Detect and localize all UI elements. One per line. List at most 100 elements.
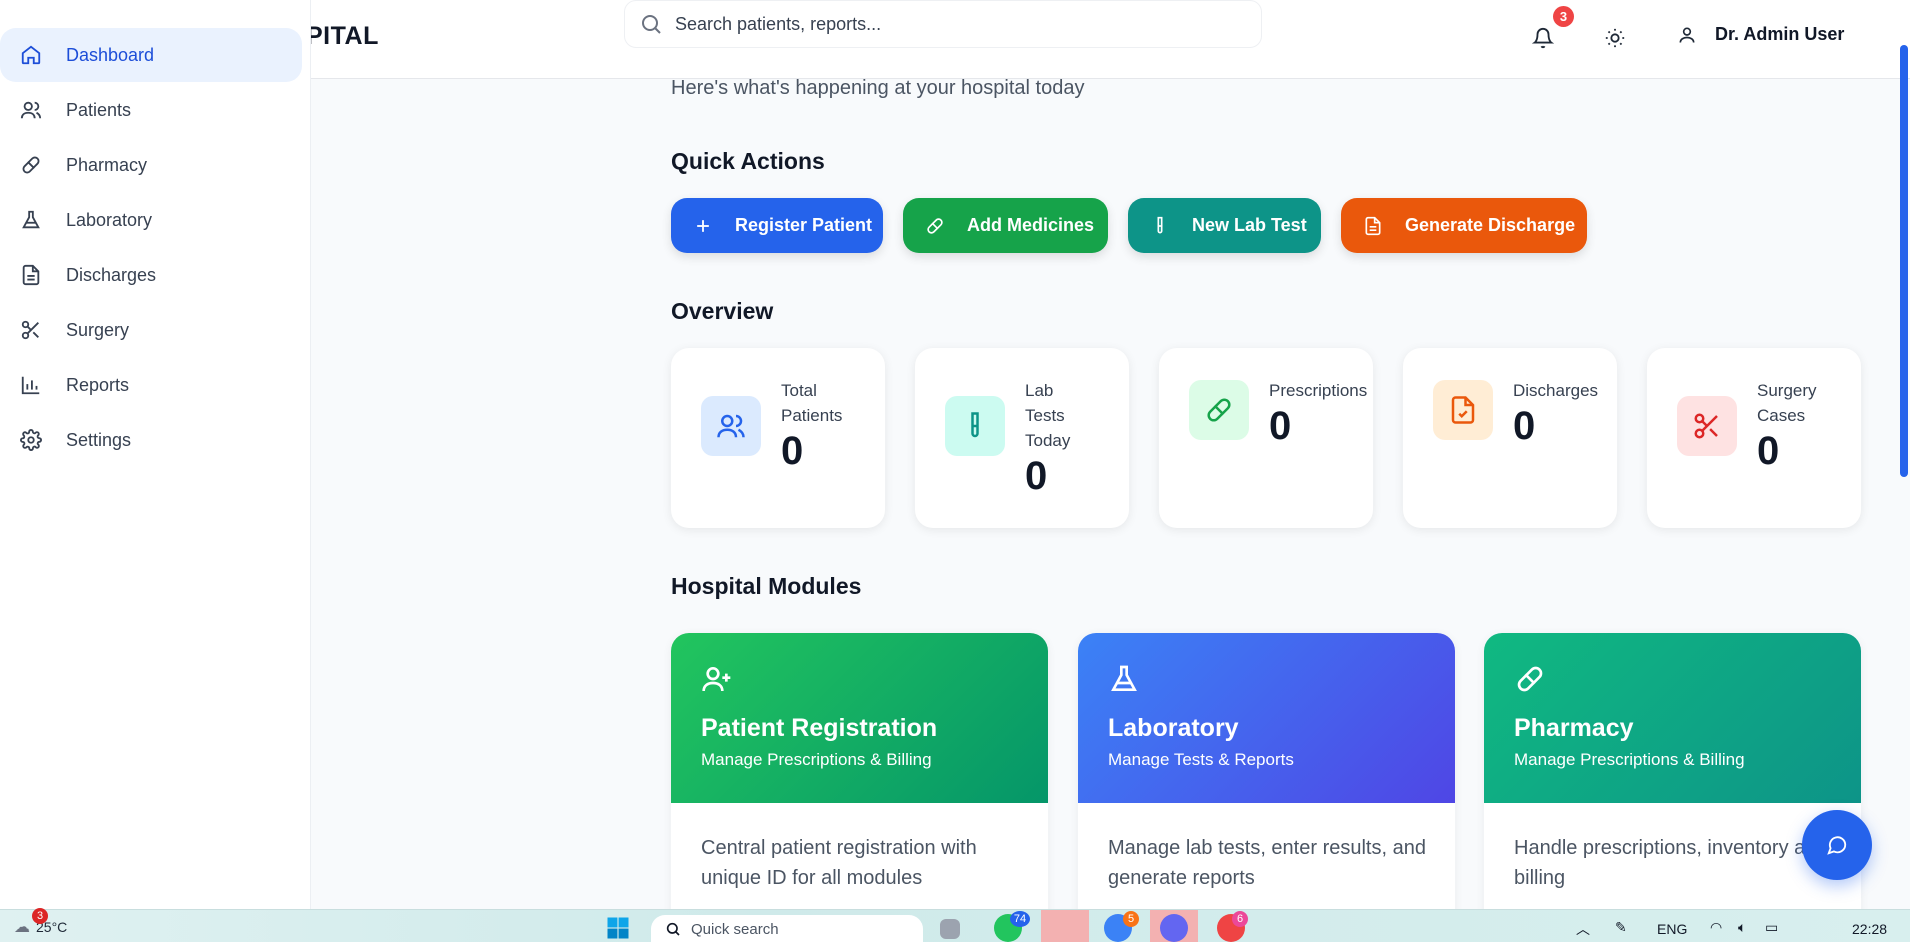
sidebar-item-label: Laboratory <box>66 209 153 230</box>
module-subtitle: Manage Prescriptions & Billing <box>1514 750 1745 769</box>
file-check-icon <box>1433 380 1493 440</box>
chat-icon <box>1827 836 1847 855</box>
quick-actions-title: Quick Actions <box>671 148 825 174</box>
search-bar[interactable] <box>624 0 1262 48</box>
search-icon <box>666 922 680 936</box>
bell-icon <box>1532 28 1554 49</box>
add-medicines-button[interactable]: Add Medicines <box>903 198 1108 253</box>
sun-icon <box>1605 28 1625 48</box>
pill-icon <box>1517 666 1543 692</box>
language-indicator[interactable]: ENG <box>1657 921 1687 937</box>
sidebar-item-dashboard[interactable]: Dashboard <box>0 28 302 82</box>
chat-button[interactable] <box>1802 810 1872 880</box>
test-tube-icon <box>945 396 1005 456</box>
sidebar: Dashboard Patients Pharmacy Laboratory D… <box>0 0 311 909</box>
sidebar-item-pharmacy[interactable]: Pharmacy <box>0 138 302 192</box>
windows-start-icon[interactable] <box>604 914 632 942</box>
stat-label: Discharges <box>1513 381 1599 400</box>
stat-label: Lab Tests Today <box>1025 381 1071 450</box>
volume-icon[interactable]: 🔈︎ <box>1738 919 1746 936</box>
scissors-icon <box>1677 396 1737 456</box>
module-description: Manage lab tests, enter results, and gen… <box>1108 837 1426 889</box>
stat-label: Total Patients <box>781 381 843 425</box>
stat-card-prescriptions: Prescriptions 0 <box>1159 348 1373 528</box>
module-card-laboratory[interactable]: Laboratory Manage Tests & Reports Manage… <box>1078 633 1455 933</box>
stat-value: 0 <box>781 429 804 473</box>
discord-icon[interactable] <box>1160 914 1188 942</box>
chrome-profile-badge: 6 <box>1232 911 1248 927</box>
pen-icon[interactable]: ✎ <box>1615 919 1627 936</box>
bar-chart-icon <box>21 376 40 395</box>
register-patient-button[interactable]: Register Patient <box>671 198 883 253</box>
module-description: Handle prescriptions, inventory and bill… <box>1514 837 1828 889</box>
notification-button[interactable] <box>1529 24 1557 52</box>
taskbar-search-placeholder: Quick search <box>691 920 779 938</box>
search-icon <box>642 15 661 34</box>
modules-title: Hospital Modules <box>671 573 862 599</box>
plus-icon <box>697 219 709 232</box>
chrome-badge: 5 <box>1123 911 1139 927</box>
wifi-icon[interactable]: ◠ <box>1710 919 1722 936</box>
generate-discharge-button[interactable]: Generate Discharge <box>1341 198 1587 253</box>
pill-icon <box>927 217 943 234</box>
chatgpt-icon[interactable] <box>1041 910 1089 942</box>
sidebar-item-label: Pharmacy <box>66 154 148 175</box>
scrollbar-thumb[interactable] <box>1900 45 1908 477</box>
user-menu[interactable]: Dr. Admin User <box>1677 24 1844 45</box>
sidebar-item-label: Settings <box>66 429 132 450</box>
stat-label: Prescriptions <box>1269 381 1368 400</box>
home-icon <box>21 45 41 65</box>
pill-icon <box>1189 380 1249 440</box>
gear-icon <box>20 429 42 451</box>
brand-name: PITAL <box>306 22 379 50</box>
test-tube-icon <box>1157 216 1163 233</box>
file-icon <box>1365 216 1381 235</box>
module-subtitle: Manage Prescriptions & Billing <box>701 750 932 769</box>
users-icon <box>701 396 761 456</box>
weather-badge: 3 <box>32 908 48 924</box>
sidebar-item-label: Discharges <box>66 264 157 285</box>
stat-card-discharges: Discharges 0 <box>1403 348 1617 528</box>
notification-badge: 3 <box>1553 6 1574 27</box>
button-label: Register Patient <box>735 215 873 235</box>
sidebar-item-reports[interactable]: Reports <box>0 358 302 412</box>
module-title: Patient Registration <box>701 714 938 742</box>
sidebar-item-patients[interactable]: Patients <box>0 83 302 137</box>
chevron-up-icon[interactable]: ︿ <box>1576 919 1590 939</box>
battery-icon[interactable]: ▭ <box>1765 919 1778 936</box>
button-label: New Lab Test <box>1192 215 1307 235</box>
user-plus-icon <box>702 667 731 692</box>
stat-value: 0 <box>1513 404 1536 448</box>
sidebar-item-discharges[interactable]: Discharges <box>0 248 302 302</box>
module-description: Central patient registration with unique… <box>701 837 977 889</box>
sidebar-item-laboratory[interactable]: Laboratory <box>0 193 302 247</box>
module-card-pharmacy[interactable]: Pharmacy Manage Prescriptions & Billing … <box>1484 633 1861 933</box>
stat-card-lab-tests: Lab Tests Today 0 <box>915 348 1129 528</box>
clock[interactable]: 22:28 <box>1852 921 1887 937</box>
flask-icon <box>22 210 40 229</box>
button-label: Generate Discharge <box>1405 215 1576 235</box>
cloud-icon: ☁ <box>14 919 30 936</box>
pill-icon <box>22 156 40 174</box>
sidebar-item-settings[interactable]: Settings <box>0 413 302 467</box>
theme-toggle-button[interactable] <box>1601 24 1629 52</box>
module-title: Laboratory <box>1108 714 1239 742</box>
stat-value: 0 <box>1025 454 1048 498</box>
flask-icon <box>1111 665 1137 691</box>
module-card-patient-registration[interactable]: Patient Registration Manage Prescription… <box>671 633 1048 933</box>
taskbar: ☁ 25°C 3 Quick search 74 5 6 ︿ ✎ ENG ◠ 🔈… <box>0 908 1910 942</box>
sidebar-item-surgery[interactable]: Surgery <box>0 303 302 357</box>
users-icon <box>20 101 42 119</box>
taskbar-search[interactable]: Quick search <box>651 915 923 942</box>
new-lab-test-button[interactable]: New Lab Test <box>1128 198 1321 253</box>
stat-card-surgery: Surgery Cases 0 <box>1647 348 1861 528</box>
search-input[interactable] <box>675 13 1235 35</box>
button-label: Add Medicines <box>967 215 1095 235</box>
overview-title: Overview <box>671 298 774 324</box>
page-subtitle: Here's what's happening at your hospital… <box>671 77 1085 99</box>
module-subtitle: Manage Tests & Reports <box>1108 750 1294 769</box>
module-title: Pharmacy <box>1514 714 1634 742</box>
scissors-icon <box>21 320 39 340</box>
user-icon <box>1679 27 1695 43</box>
task-view-icon[interactable] <box>940 919 960 939</box>
